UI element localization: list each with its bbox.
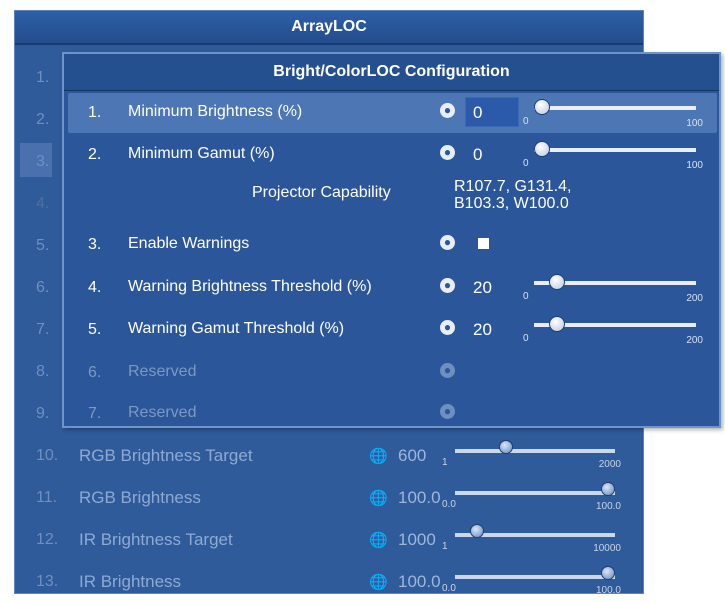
slider-track[interactable] [455, 575, 615, 579]
minimum-brightness-input[interactable]: 0 [465, 97, 519, 127]
bg-row-ir-brightness[interactable]: 13. IR Brightness 🌐 100.0 0.0 100.0 [15, 561, 643, 603]
row-label: Minimum Gamut (%) [128, 145, 275, 162]
bg-row-number: 7. [36, 321, 50, 338]
row-enable-warnings[interactable]: 3. Enable Warnings ● [68, 225, 717, 265]
globe-icon[interactable]: ● [440, 278, 455, 293]
globe-icon[interactable]: ● [440, 320, 455, 335]
brightcolorloc-config-dialog: Bright/ColorLOC Configuration 1. Minimum… [62, 52, 721, 428]
slider-knob[interactable] [548, 316, 565, 332]
slider-knob[interactable] [469, 524, 484, 538]
bg-row-number: 9. [36, 405, 50, 422]
warning-brightness-threshold-value[interactable]: 20 [473, 278, 492, 298]
bg-row-label: IR Brightness [79, 572, 182, 591]
enable-warnings-checkbox[interactable] [478, 238, 489, 249]
bg-row-number: 6. [36, 279, 50, 296]
slider-track[interactable] [534, 106, 696, 110]
globe-icon[interactable]: 🌐 [369, 447, 388, 465]
arrayloc-title: ArrayLOC [15, 11, 643, 45]
slider-max-label: 10000 [593, 543, 621, 554]
bg-row-rgb-brightness[interactable]: 11. RGB Brightness 🌐 100.0 0.0 100.0 [15, 477, 643, 519]
bg-row-number: 2. [36, 111, 50, 128]
slider-knob[interactable] [534, 99, 550, 115]
row-label: Reserved [128, 363, 197, 380]
row-reserved-6: 6. Reserved ● [68, 353, 717, 393]
slider-max-label: 100.0 [595, 501, 621, 512]
row-minimum-brightness[interactable]: 1. Minimum Brightness (%) ● 0 0 100 [68, 93, 717, 133]
row-number: 4. [88, 279, 102, 296]
bg-row-number: 8. [36, 363, 50, 380]
slider-max-label: 100 [686, 160, 703, 171]
globe-icon: ● [440, 404, 455, 419]
bg-row-label: IR Brightness Target [79, 530, 233, 549]
row-projector-capability: Projector Capability R107.7, G131.4, B10… [68, 178, 717, 222]
slider-min-label: 0 [523, 333, 529, 344]
row-number: 1. [88, 104, 102, 121]
bg-row-number: 10. [36, 447, 59, 464]
globe-icon: ● [440, 363, 455, 378]
bg-row-value[interactable]: 100.0 [398, 572, 441, 592]
slider-min-label: 0 [523, 158, 529, 169]
bg-row-rgb-brightness-target[interactable]: 10. RGB Brightness Target 🌐 600 1 2000 [15, 435, 643, 477]
slider-knob[interactable] [601, 566, 615, 580]
bg-row-label: RGB Brightness Target [79, 446, 253, 465]
slider-knob[interactable] [601, 482, 615, 496]
row-label: Warning Gamut Threshold (%) [128, 320, 345, 337]
slider-knob[interactable] [498, 440, 513, 454]
slider-min-label: 1 [442, 541, 448, 552]
row-label: Enable Warnings [128, 235, 250, 252]
minimum-gamut-value[interactable]: 0 [473, 145, 482, 165]
row-warning-gamut-threshold[interactable]: 5. Warning Gamut Threshold (%) ● 20 0 20… [68, 310, 717, 350]
slider-track[interactable] [534, 148, 696, 152]
bg-row-number: 4. [36, 195, 50, 212]
row-number: 2. [88, 146, 102, 163]
row-number: 5. [88, 321, 102, 338]
slider-min-label: 0 [523, 291, 529, 302]
slider-max-label: 100.0 [595, 585, 621, 596]
row-number: 7. [88, 405, 102, 422]
row-number: 6. [88, 364, 102, 381]
projector-capability-value: R107.7, G131.4, B103.3, W100.0 [454, 178, 572, 212]
globe-icon[interactable]: 🌐 [369, 489, 388, 507]
bg-row-value[interactable]: 1000 [398, 530, 436, 550]
bg-row-value[interactable]: 600 [398, 446, 426, 466]
slider-track[interactable] [455, 449, 615, 453]
slider-min-label: 0 [523, 116, 529, 127]
bg-row-number: 12. [36, 531, 59, 548]
row-label: Warning Brightness Threshold (%) [128, 278, 372, 295]
slider-knob[interactable] [534, 141, 550, 157]
row-minimum-gamut[interactable]: 2. Minimum Gamut (%) ● 0 0 100 [68, 135, 717, 175]
bg-row-number: 5. [36, 237, 50, 254]
slider-max-label: 200 [686, 293, 703, 304]
slider-max-label: 100 [686, 118, 703, 129]
warning-gamut-threshold-value[interactable]: 20 [473, 320, 492, 340]
slider-track[interactable] [455, 491, 615, 495]
bg-row-number: 3. [36, 153, 50, 170]
bg-row-value[interactable]: 100.0 [398, 488, 441, 508]
slider-min-label: 0.0 [442, 499, 456, 510]
globe-icon[interactable]: 🌐 [369, 531, 388, 549]
row-warning-brightness-threshold[interactable]: 4. Warning Brightness Threshold (%) ● 20… [68, 268, 717, 308]
slider-min-label: 0.0 [442, 583, 456, 594]
bg-row-label: RGB Brightness [79, 488, 201, 507]
slider-min-label: 1 [442, 457, 448, 468]
globe-icon[interactable]: ● [440, 145, 455, 160]
globe-icon[interactable]: ● [440, 103, 455, 118]
row-label: Minimum Brightness (%) [128, 103, 303, 120]
row-reserved-7: 7. Reserved ● [68, 394, 717, 434]
slider-knob[interactable] [548, 274, 565, 290]
slider-max-label: 2000 [598, 459, 621, 470]
bg-row-ir-brightness-target[interactable]: 12. IR Brightness Target 🌐 1000 1 10000 [15, 519, 643, 561]
bg-row-number: 11. [36, 489, 58, 506]
bg-row-number: 1. [36, 69, 50, 86]
row-number: 3. [88, 236, 102, 253]
globe-icon[interactable]: 🌐 [369, 573, 388, 591]
row-label: Reserved [128, 404, 197, 421]
globe-icon[interactable]: ● [440, 235, 455, 250]
projector-capability-label: Projector Capability [252, 184, 391, 201]
bg-row-number: 13. [36, 573, 59, 590]
slider-max-label: 200 [686, 335, 703, 346]
dialog-title: Bright/ColorLOC Configuration [64, 54, 719, 91]
